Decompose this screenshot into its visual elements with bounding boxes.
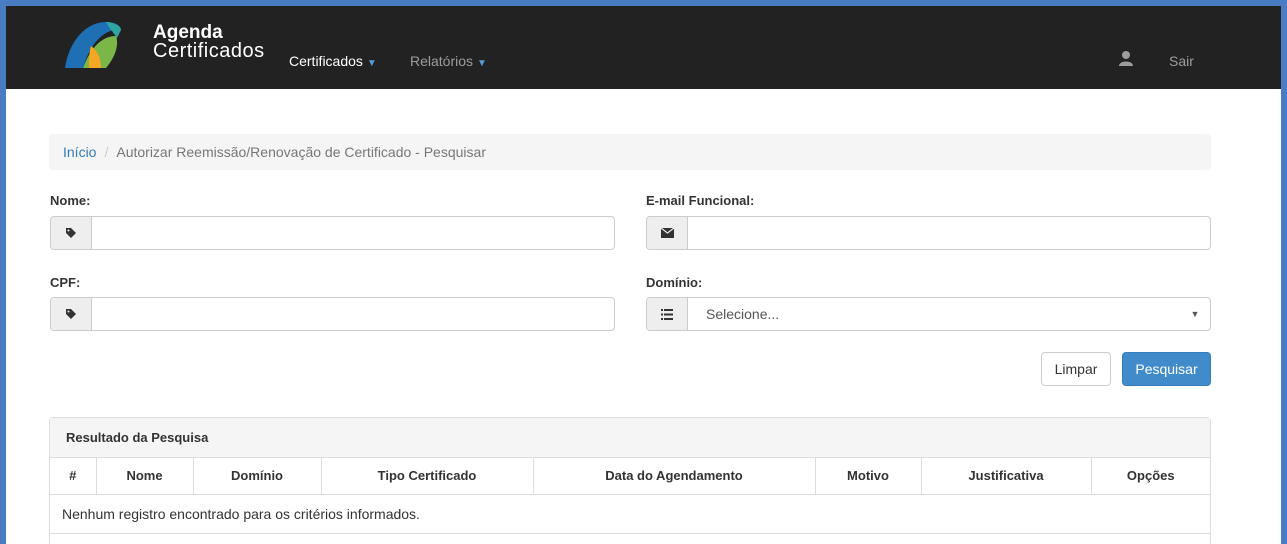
nome-label: Nome: xyxy=(50,193,91,208)
tag-icon xyxy=(51,217,92,249)
dominio-selected-value: Selecione... xyxy=(706,306,780,322)
empty-message: Nenhum registro encontrado para os crité… xyxy=(50,494,1210,534)
column-header[interactable]: Justificativa xyxy=(921,458,1092,495)
column-header[interactable]: Nome xyxy=(96,458,194,495)
caret-down-icon: ▼ xyxy=(366,58,377,69)
cpf-label: CPF: xyxy=(50,275,81,290)
nome-input-group xyxy=(50,216,615,250)
table-row: Nenhum registro encontrado para os crité… xyxy=(50,494,1210,534)
nav-relatorios-label: Relatórios xyxy=(410,53,474,69)
column-header[interactable]: Motivo xyxy=(815,458,922,495)
user-icon[interactable] xyxy=(1119,50,1133,66)
nav-certificados[interactable]: Certificados ▼ xyxy=(289,53,377,69)
results-panel: Resultado da Pesquisa # Nome Domínio Tip… xyxy=(49,417,1211,544)
chevron-down-icon: ▼ xyxy=(1190,309,1200,319)
breadcrumb-home[interactable]: Início xyxy=(63,144,96,160)
column-header[interactable]: Domínio xyxy=(193,458,322,495)
results-table: # Nome Domínio Tipo Certificado Data do … xyxy=(50,458,1210,534)
column-header[interactable]: Tipo Certificado xyxy=(321,458,534,495)
breadcrumb-separator: / xyxy=(104,144,109,160)
logo-icon[interactable] xyxy=(61,16,123,74)
results-title: Resultado da Pesquisa xyxy=(50,418,1210,458)
clear-button[interactable]: Limpar xyxy=(1041,352,1111,386)
nome-input[interactable] xyxy=(92,217,614,249)
brand-subtitle[interactable]: Certificados xyxy=(153,40,265,63)
email-input-group xyxy=(646,216,1211,250)
caret-down-icon: ▼ xyxy=(477,58,487,69)
table-header-row: # Nome Domínio Tipo Certificado Data do … xyxy=(50,458,1210,495)
envelope-icon xyxy=(647,217,688,249)
dominio-label: Domínio: xyxy=(646,275,703,290)
breadcrumb-current: Autorizar Reemissão/Renovação de Certifi… xyxy=(116,144,486,160)
column-header[interactable]: Opções xyxy=(1091,458,1210,495)
navbar: Agenda Certificados Certificados ▼ Relató… xyxy=(6,6,1281,89)
cpf-input-group xyxy=(50,297,615,331)
list-icon xyxy=(647,298,688,330)
cpf-input[interactable] xyxy=(92,298,614,330)
breadcrumb: Início / Autorizar Reemissão/Renovação de … xyxy=(49,134,1211,170)
tag-icon xyxy=(51,298,92,330)
column-header[interactable]: Data do Agendamento xyxy=(533,458,816,495)
column-header[interactable]: # xyxy=(50,458,97,495)
logout-link[interactable]: Sair xyxy=(1169,53,1194,69)
email-input[interactable] xyxy=(688,217,1210,249)
nav-relatorios[interactable]: Relatórios ▼ xyxy=(410,53,487,69)
email-label: E-mail Funcional: xyxy=(646,193,755,208)
nav-certificados-label: Certificados xyxy=(289,53,363,69)
dominio-select[interactable]: Selecione... ▼ xyxy=(646,297,1211,331)
search-button[interactable]: Pesquisar xyxy=(1122,352,1211,386)
